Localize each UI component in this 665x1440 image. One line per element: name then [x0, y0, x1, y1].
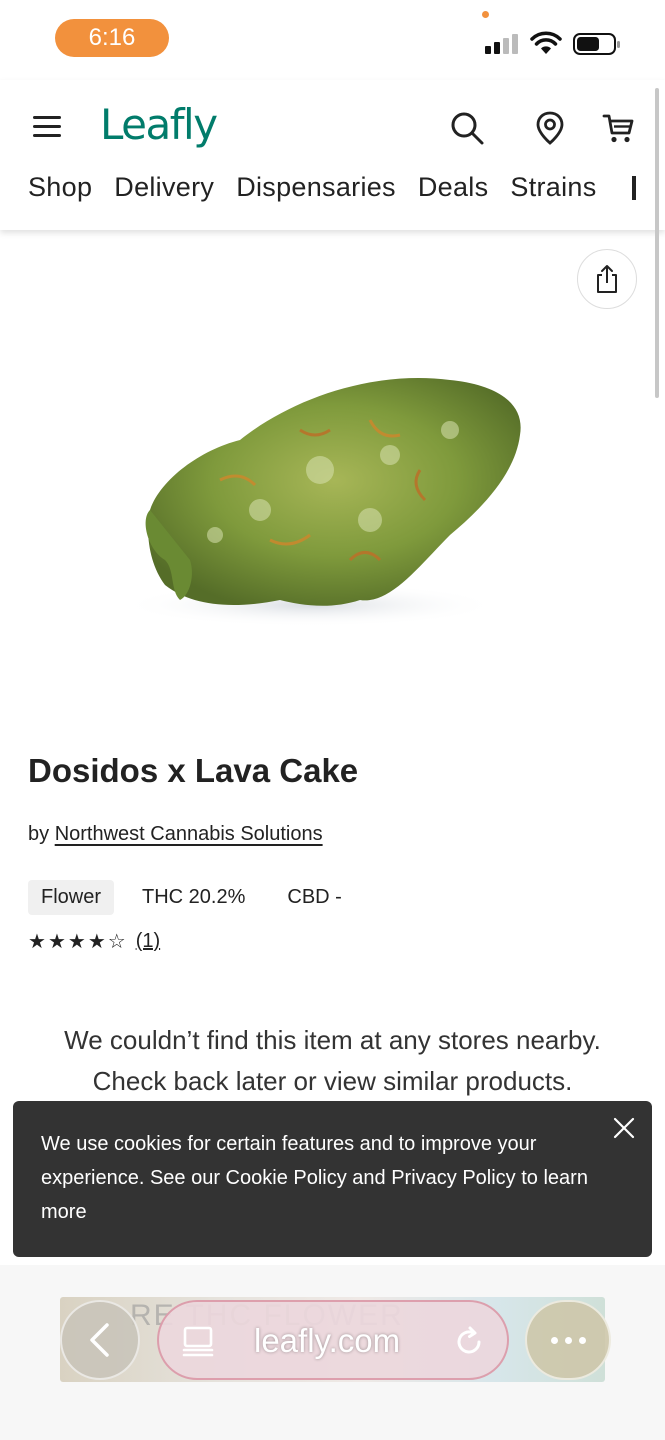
address-bar[interactable]: leafly.com	[157, 1300, 509, 1380]
review-count-link[interactable]: (1)	[136, 930, 160, 953]
nav-dispensaries[interactable]: Dispensaries	[236, 172, 396, 212]
star-filled-icon: ★	[47, 930, 66, 953]
main-nav: Shop Delivery Dispensaries Deals Strains	[28, 172, 597, 212]
share-icon	[597, 265, 617, 293]
cbd-value: CBD -	[287, 885, 342, 908]
brand-line: by Northwest Cannabis Solutions	[28, 823, 323, 846]
location-pin-icon[interactable]	[532, 110, 568, 146]
more-dot	[564, 1336, 572, 1344]
star-filled-icon: ★	[67, 930, 86, 953]
cookie-banner: We use cookies for certain features and …	[13, 1101, 652, 1257]
nav-strains[interactable]: Strains	[510, 172, 596, 212]
cellular-signal-icon	[485, 32, 521, 54]
nav-deals[interactable]: Deals	[418, 172, 489, 212]
battery-icon	[573, 33, 620, 55]
leafly-logo[interactable]: Leafly	[100, 100, 218, 149]
product-attributes: Flower THC 20.2% CBD -	[28, 879, 342, 915]
product-image	[120, 378, 521, 627]
reload-icon[interactable]	[451, 1324, 487, 1360]
thc-value: THC 20.2%	[142, 885, 246, 908]
availability-message: We couldn’t find this item at any stores…	[20, 1020, 645, 1102]
nav-delivery[interactable]: Delivery	[114, 172, 214, 212]
status-bar: 6:16	[0, 0, 665, 80]
star-filled-icon: ★	[87, 930, 106, 953]
url-text: leafly.com	[254, 1322, 401, 1359]
brand-link[interactable]: Northwest Cannabis Solutions	[55, 823, 323, 845]
availability-line-2: Check back later or view similar product…	[92, 1066, 573, 1096]
search-icon[interactable]	[449, 110, 485, 146]
nav-shop[interactable]: Shop	[28, 172, 92, 212]
privacy-indicator-dot	[482, 11, 489, 18]
availability-line-1: We couldn’t find this item at any stores…	[64, 1025, 601, 1055]
more-dot	[578, 1336, 586, 1344]
share-button[interactable]	[577, 249, 637, 309]
more-options-button[interactable]	[525, 1300, 611, 1380]
star-filled-icon: ★	[28, 930, 46, 953]
page-scrollbar[interactable]	[655, 88, 659, 398]
category-badge: Flower	[28, 879, 115, 915]
cookie-banner-text: We use cookies for certain features and …	[41, 1133, 588, 1223]
status-time: 6:16	[55, 19, 169, 57]
brand-prefix: by	[28, 823, 50, 845]
site-header: Leafly Shop Delivery Dispensaries Deals …	[0, 80, 665, 230]
star-empty-icon: ☆	[107, 930, 126, 953]
back-button[interactable]	[60, 1300, 140, 1380]
reader-mode-icon[interactable]	[181, 1324, 215, 1358]
product-title: Dosidos x Lava Cake	[28, 752, 359, 789]
more-dot	[550, 1336, 558, 1344]
nav-overflow-item[interactable]	[632, 176, 636, 200]
chevron-left-icon	[90, 1323, 109, 1357]
close-icon[interactable]	[611, 1115, 637, 1141]
wifi-icon	[530, 31, 562, 54]
rating: ★ ★ ★ ★ ☆ (1)	[28, 930, 160, 953]
menu-icon[interactable]	[33, 116, 61, 138]
cart-icon[interactable]	[601, 110, 637, 146]
